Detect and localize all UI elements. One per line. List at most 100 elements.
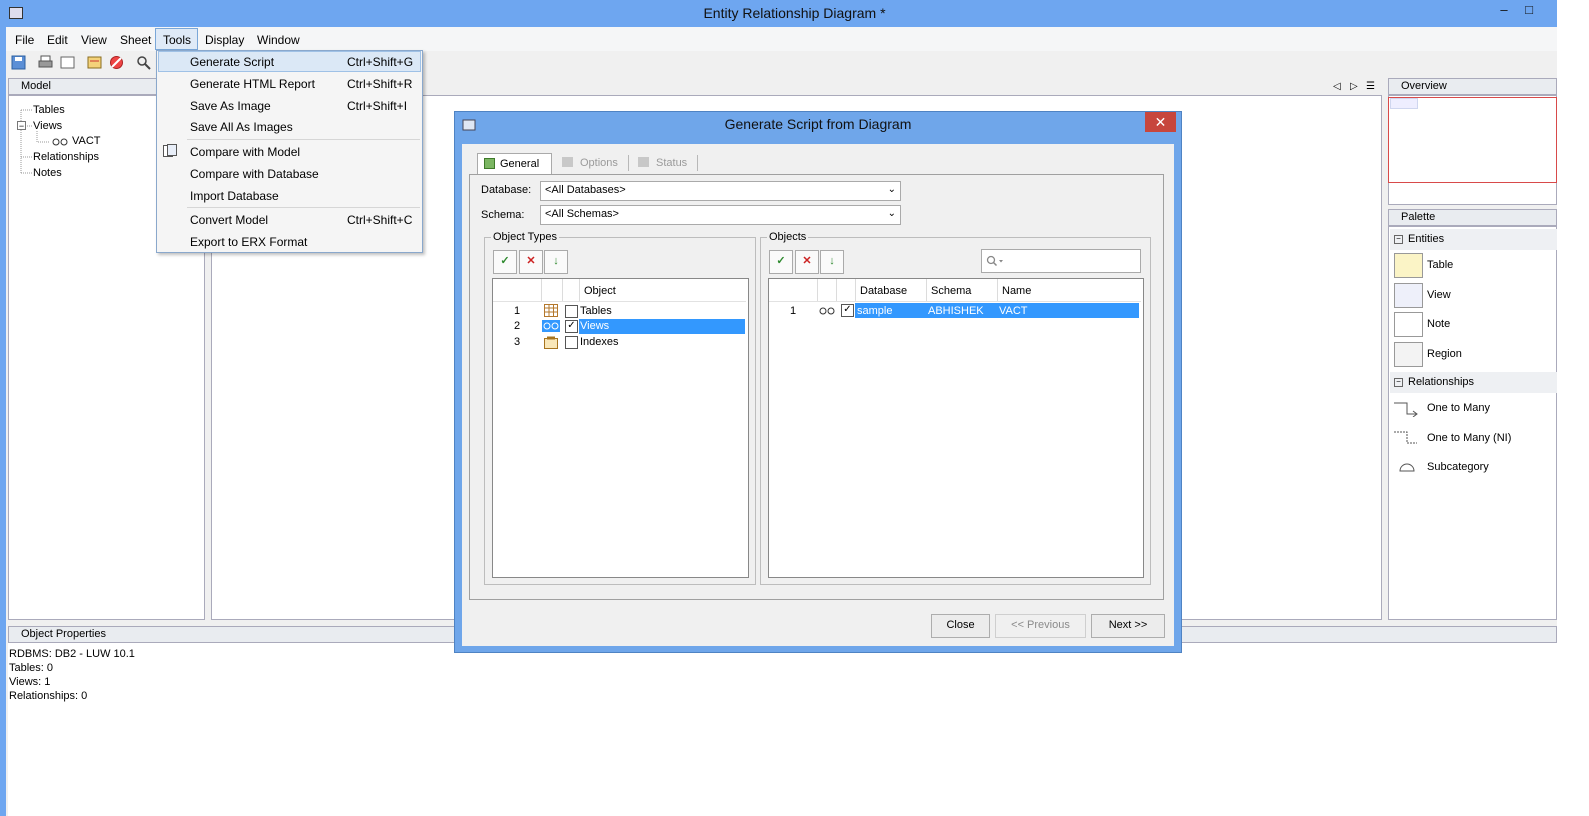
tree-item-tables[interactable]: Tables <box>33 104 65 116</box>
check-all-icon[interactable]: ✓ <box>493 250 517 274</box>
grid-header-line <box>769 301 1141 302</box>
menu-item-export-to-erx-format[interactable]: Export to ERX Format <box>157 231 422 252</box>
object-type-indexes[interactable]: Indexes <box>580 336 619 348</box>
checkbox-object[interactable]: ✓ <box>841 304 854 317</box>
tab-options[interactable]: Options <box>558 153 626 174</box>
chevron-down-icon: ⌄ <box>887 184 896 195</box>
object-types-title: Object Types <box>491 231 559 243</box>
collapse-icon[interactable]: − <box>1394 235 1403 244</box>
grid-divider <box>836 279 837 301</box>
menu-edit[interactable]: Edit <box>47 33 68 47</box>
schema-select[interactable]: <All Schemas> ⌄ <box>540 205 901 225</box>
menu-item-save-all-as-images[interactable]: Save All As Images <box>157 116 422 137</box>
prop-tables: Tables: 0 <box>9 662 54 674</box>
palette-item-region[interactable]: Region <box>1427 348 1462 360</box>
stop-icon[interactable] <box>109 55 124 70</box>
menu-item-generate-script[interactable]: Generate Script Ctrl+Shift+G <box>157 51 422 72</box>
dialog-close-icon[interactable]: ✕ <box>1145 112 1176 132</box>
database-select[interactable]: <All Databases> ⌄ <box>540 181 901 201</box>
menu-file[interactable]: File <box>15 33 34 47</box>
subcategory-icon <box>1399 463 1415 472</box>
close-button[interactable]: Close <box>931 614 990 638</box>
options-tab-icon <box>562 157 573 167</box>
uncheck-all-icon[interactable]: ✕ <box>519 250 543 274</box>
objects-search-input[interactable] <box>981 249 1141 273</box>
tree-expand-icon[interactable]: − <box>17 121 26 131</box>
next-button[interactable]: Next >> <box>1091 614 1165 638</box>
object-database[interactable]: sample <box>857 305 892 317</box>
menu-item-convert-model[interactable]: Convert Model Ctrl+Shift+C <box>157 209 422 230</box>
maximize-icon[interactable]: □ <box>1518 2 1540 17</box>
menu-display[interactable]: Display <box>205 33 244 47</box>
column-header-schema[interactable]: Schema <box>931 285 971 297</box>
tab-divider <box>697 155 698 171</box>
note-shape-icon <box>1394 312 1423 337</box>
tab-general[interactable]: General <box>477 153 552 174</box>
menu-item-label: Convert Model <box>190 213 269 227</box>
search-icon <box>986 255 1003 267</box>
check-all-icon[interactable]: ✓ <box>769 250 793 274</box>
menu-item-label: Save As Image <box>190 99 271 113</box>
tree-item-vact[interactable]: VACT <box>72 135 101 147</box>
grid-divider <box>579 279 580 301</box>
palette-group-relationships[interactable]: − Relationships <box>1390 372 1557 393</box>
menu-item-compare-with-model[interactable]: Compare with Model <box>157 141 422 162</box>
menu-item-generate-html-report[interactable]: Generate HTML Report Ctrl+Shift+R <box>157 73 422 94</box>
object-type-tables[interactable]: Tables <box>580 305 612 317</box>
column-header-name[interactable]: Name <box>1002 285 1031 297</box>
invert-check-icon[interactable]: ↓ <box>820 250 844 274</box>
checkbox-views[interactable]: ✓ <box>565 320 578 333</box>
view-shape-icon <box>1394 283 1423 308</box>
view-icon <box>52 138 68 146</box>
tree-item-views[interactable]: Views <box>33 120 62 132</box>
page-setup-icon[interactable] <box>60 55 75 70</box>
overview-viewport[interactable] <box>1388 97 1557 183</box>
menu-view[interactable]: View <box>81 33 107 47</box>
object-name[interactable]: VACT <box>999 305 1028 317</box>
view-icon <box>819 307 835 315</box>
menu-item-save-as-image[interactable]: Save As Image Ctrl+Shift+I <box>157 95 422 116</box>
menu-tools[interactable]: Tools <box>163 33 191 47</box>
menu-item-label: Generate Script <box>190 55 275 69</box>
palette-group-entities[interactable]: − Entities <box>1390 229 1557 250</box>
column-header-object[interactable]: Object <box>584 285 616 297</box>
invert-check-icon[interactable]: ↓ <box>544 250 568 274</box>
tab-status[interactable]: Status <box>634 153 694 174</box>
generate-icon[interactable] <box>87 55 102 70</box>
menu-item-import-database[interactable]: Import Database <box>157 185 422 206</box>
palette-item-table[interactable]: Table <box>1427 259 1453 271</box>
palette-item-one-to-many[interactable]: One to Many <box>1427 402 1490 414</box>
uncheck-all-icon[interactable]: ✕ <box>795 250 819 274</box>
palette-item-subcategory[interactable]: Subcategory <box>1427 461 1489 473</box>
menu-window[interactable]: Window <box>257 33 300 47</box>
checkbox-indexes[interactable] <box>565 336 578 349</box>
window-title: Entity Relationship Diagram * <box>703 5 886 21</box>
palette-item-note[interactable]: Note <box>1427 318 1450 330</box>
tree-item-relationships[interactable]: Relationships <box>33 151 99 163</box>
menu-separator <box>187 207 420 208</box>
prev-sheet-icon[interactable]: ◁ <box>1333 81 1341 92</box>
tree-item-notes[interactable]: Notes <box>33 167 62 179</box>
sheet-list-icon[interactable]: ☰ <box>1366 81 1375 92</box>
palette-item-view[interactable]: View <box>1427 289 1451 301</box>
column-header-database[interactable]: Database <box>860 285 907 297</box>
palette-item-one-to-many-ni[interactable]: One to Many (NI) <box>1427 432 1511 444</box>
title-bar: Entity Relationship Diagram * – □ <box>0 0 1589 27</box>
save-icon[interactable] <box>11 55 26 70</box>
next-sheet-icon[interactable]: ▷ <box>1350 81 1358 92</box>
menu-sheet[interactable]: Sheet <box>120 33 151 47</box>
checkbox-tables[interactable] <box>565 305 578 318</box>
collapse-icon[interactable]: − <box>1394 378 1403 387</box>
minimize-icon[interactable]: – <box>1493 2 1515 17</box>
palette-group-label: Relationships <box>1408 376 1475 388</box>
object-schema[interactable]: ABHISHEK <box>928 305 984 317</box>
palette-group-label: Entities <box>1408 233 1445 245</box>
index-icon <box>544 336 558 349</box>
print-icon[interactable] <box>38 55 53 70</box>
object-type-views[interactable]: Views <box>580 320 609 332</box>
menu-item-compare-with-database[interactable]: Compare with Database <box>157 163 422 184</box>
previous-button[interactable]: << Previous <box>995 614 1086 638</box>
search-icon[interactable] <box>136 55 151 70</box>
schema-select-value: <All Schemas> <box>545 208 619 220</box>
prop-relationships: Relationships: 0 <box>9 690 88 702</box>
